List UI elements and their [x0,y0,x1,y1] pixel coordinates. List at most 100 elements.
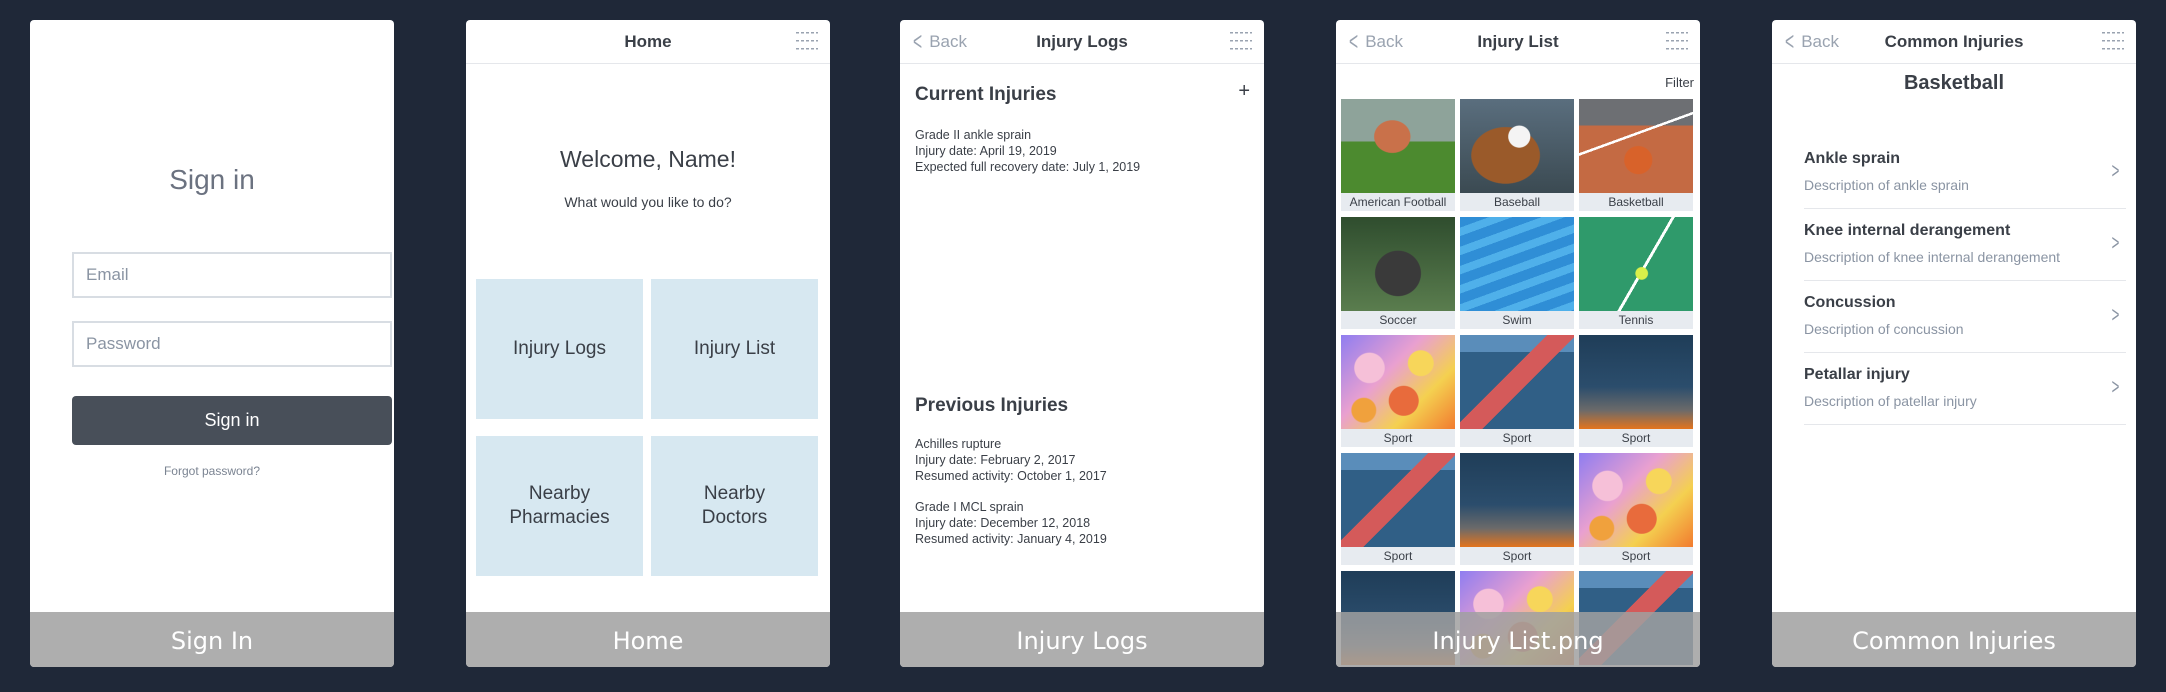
tile-label: Nearby Pharmacies [509,483,610,528]
sport-card[interactable]: Sport [1341,453,1455,565]
injury-status: Expected full recovery date: July 1, 201… [915,160,1141,174]
tile-label: Nearby Doctors [701,483,768,528]
injury-date: Injury date: December 12, 2018 [915,516,1091,530]
signin-title: Sign in [169,164,255,195]
navbar: Home [466,20,830,64]
menu-grid-icon[interactable] [2102,32,2124,50]
sport-label: Soccer [1379,313,1417,327]
tile-injury-list[interactable]: Injury List [651,279,818,419]
previous-injuries-heading: Previous Injuries [915,395,1069,416]
injury-date: Injury date: April 19, 2019 [915,144,1057,158]
sport-label: Baseball [1493,195,1541,209]
sport-photo [1460,99,1574,193]
sport-card[interactable]: Tennis [1579,217,1693,329]
password-field[interactable]: Password [72,321,392,367]
filter-button[interactable]: Filter [1665,75,1694,90]
sport-photo [1341,335,1455,429]
injury-title: Concussion [1804,294,1896,311]
sport-card[interactable]: Swim [1460,217,1574,329]
sport-card[interactable]: Sport [1460,335,1574,447]
injury-title: Knee internal derangement [1804,222,2011,239]
chevron-right-icon: > [2111,302,2120,327]
signin-screen: Sign in Email Password Sign in Forgot pa… [30,20,394,667]
chevron-right-icon: > [2111,230,2120,255]
menu-grid-icon[interactable] [1230,32,1252,50]
sport-card[interactable]: Basketball [1579,99,1693,211]
sport-label: Swim [1502,313,1532,327]
menu-grid-icon[interactable] [1666,32,1688,50]
sport-photo [1460,335,1574,429]
injury-status: Resumed activity: October 1, 2017 [915,469,1107,483]
sport-card[interactable]: Soccer [1341,217,1455,329]
nav-title: Home [624,32,672,51]
chevron-right-icon: > [2111,374,2120,399]
tile-injury-logs[interactable]: Injury Logs [476,279,643,419]
injury-status: Resumed activity: January 4, 2019 [915,532,1107,546]
sport-photo [1579,99,1693,193]
current-injuries-heading: Current Injuries [915,84,1057,105]
sport-photo [1579,217,1693,311]
sport-photo [1341,99,1455,193]
sport-label: Sport [1621,431,1651,445]
sport-card[interactable]: Sport [1460,453,1574,565]
add-injury-button[interactable]: + [1238,80,1250,103]
injury-description: Description of ankle sprain [1804,177,1969,193]
chevron-right-icon: > [2111,158,2120,183]
sport-card[interactable]: Sport [1579,335,1693,447]
navbar: < Back Injury List [1336,20,1700,64]
tile-label: Injury List [693,338,776,359]
sport-photo [1341,453,1455,547]
injury-row-patellar[interactable]: Petallar injury Description of patellar … [1804,352,2126,425]
email-field[interactable]: Email [72,252,392,298]
sport-card[interactable]: Baseball [1460,99,1574,211]
sport-label: Sport [1502,549,1532,563]
injury-log-entry[interactable]: Grade II ankle sprain Injury date: April… [915,127,1140,175]
sport-photo [1460,453,1574,547]
navbar: < Back Common Injuries [1772,20,2136,64]
injury-title: Ankle sprain [1804,150,1901,167]
injury-name: Achilles rupture [915,437,1002,451]
tile-nearby-pharmacies[interactable]: Nearby Pharmacies [476,436,643,576]
injury-description: Description of concussion [1804,321,1964,337]
injury-description: Description of patellar injury [1804,393,1977,409]
signin-button[interactable]: Sign in [72,396,392,445]
sport-card[interactable]: Sport [1341,335,1455,447]
home-screen: Home Welcome, Name! What would you like … [466,20,830,667]
common-injuries-screen: < Back Common Injuries Basketball Ankle s… [1772,20,2136,667]
screen-caption: Common Injuries [1772,612,2136,667]
screen-caption: Injury List.png [1336,612,1700,667]
sport-label: Sport [1502,431,1532,445]
tile-nearby-doctors[interactable]: Nearby Doctors [651,436,818,576]
sport-card[interactable]: Sport [1579,453,1693,565]
menu-grid-icon[interactable] [796,32,818,50]
injury-logs-screen: < Back Injury Logs Current Injuries + Gra… [900,20,1264,667]
sport-label: Sport [1621,549,1651,563]
nav-title: Injury Logs [1036,32,1128,51]
injury-list-screen: < Back Injury List Filter American Footba… [1336,20,1700,667]
injury-log-entry[interactable]: Achilles rupture Injury date: February 2… [915,436,1107,484]
injury-row-knee-derangement[interactable]: Knee internal derangement Description of… [1804,208,2126,281]
injury-description: Description of knee internal derangement [1804,249,2061,265]
sport-label: Basketball [1608,195,1664,209]
screen-caption: Sign In [30,612,394,667]
welcome-heading: Welcome, Name! [560,146,736,172]
injury-row-ankle-sprain[interactable]: Ankle sprain Description of ankle sprain… [1804,136,2126,209]
injury-name: Grade I MCL sprain [915,500,1024,514]
navbar: < Back Injury Logs [900,20,1264,64]
forgot-password-link[interactable]: Forgot password? [30,464,394,478]
injury-log-entry[interactable]: Grade I MCL sprain Injury date: December… [915,499,1107,547]
sport-photo [1341,217,1455,311]
sport-card[interactable]: American Football [1341,99,1455,211]
nav-title: Injury List [1477,32,1559,51]
sport-label: Sport [1383,431,1413,445]
injury-name: Grade II ankle sprain [915,128,1032,142]
screen-caption: Injury Logs [900,612,1264,667]
nav-title: Common Injuries [1884,32,2024,51]
sport-heading: Basketball [1903,72,2005,94]
injury-row-concussion[interactable]: Concussion Description of concussion > [1804,280,2126,353]
screen-caption: Home [466,612,830,667]
sport-label: American Football [1349,195,1447,209]
sport-label: Tennis [1618,313,1654,327]
sport-photo [1579,453,1693,547]
welcome-prompt: What would you like to do? [564,194,732,210]
